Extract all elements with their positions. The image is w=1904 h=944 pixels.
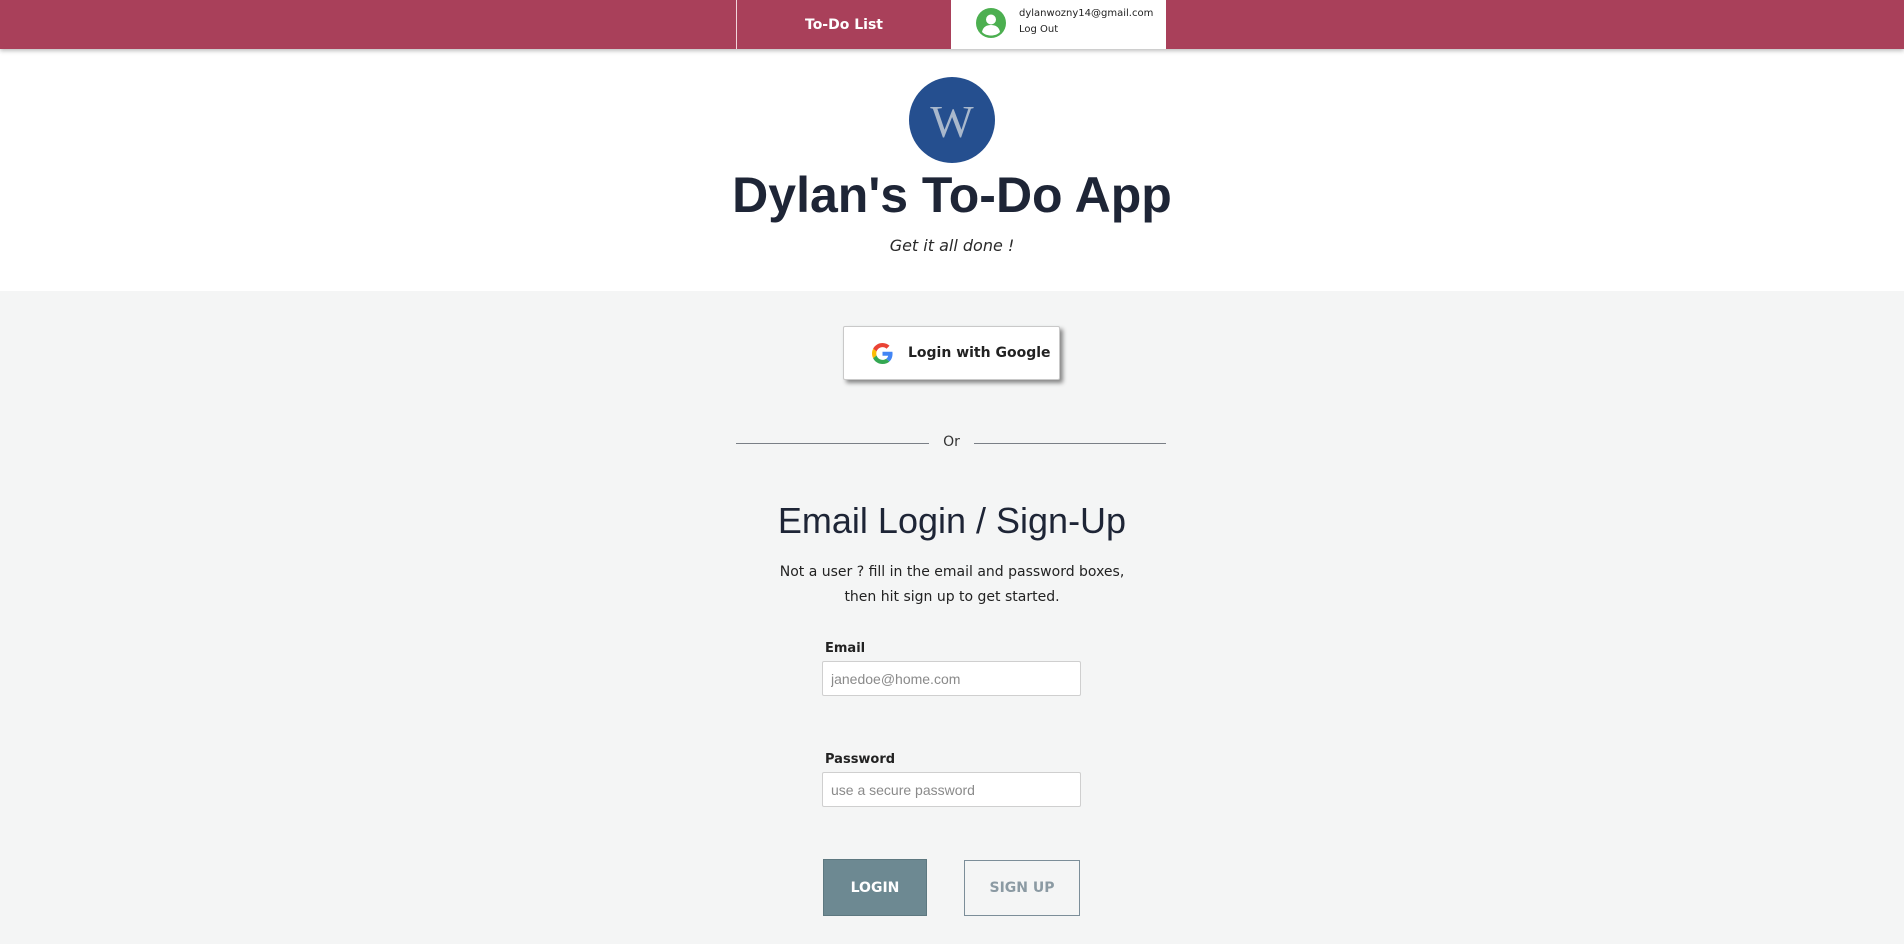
- password-input[interactable]: [822, 772, 1081, 807]
- signup-button[interactable]: SIGN UP: [964, 860, 1080, 916]
- divider-text: Or: [943, 434, 960, 450]
- login-button[interactable]: LOGIN: [823, 859, 927, 916]
- top-navbar: To-Do List dylanwozny14@gmail.com Log Ou…: [0, 0, 1904, 49]
- w-logo-icon: W: [909, 77, 995, 163]
- divider-line-left: [736, 443, 929, 444]
- user-email: dylanwozny14@gmail.com: [1019, 8, 1154, 19]
- app-subtitle: Get it all done !: [889, 236, 1015, 255]
- email-login-description: Not a user ? fill in the email and passw…: [0, 560, 1904, 610]
- google-g-icon: [872, 343, 893, 364]
- svg-text:W: W: [930, 96, 974, 147]
- account-circle-icon: [976, 8, 1006, 38]
- app-title: Dylan's To-Do App: [732, 167, 1172, 223]
- email-input[interactable]: [822, 661, 1081, 696]
- description-line-2: then hit sign up to get started.: [844, 589, 1060, 605]
- password-label: Password: [825, 752, 896, 767]
- login-with-google-button[interactable]: Login with Google: [843, 326, 1060, 380]
- user-menu[interactable]: dylanwozny14@gmail.com Log Out: [951, 0, 1166, 49]
- nav-tab-todo-list[interactable]: To-Do List: [737, 0, 951, 49]
- divider-line-right: [974, 443, 1166, 444]
- email-login-title: Email Login / Sign-Up: [777, 500, 1127, 541]
- email-label: Email: [825, 641, 866, 656]
- logout-link[interactable]: Log Out: [1019, 24, 1058, 35]
- description-line-1: Not a user ? fill in the email and passw…: [779, 564, 1125, 580]
- google-button-label: Login with Google: [908, 345, 1051, 361]
